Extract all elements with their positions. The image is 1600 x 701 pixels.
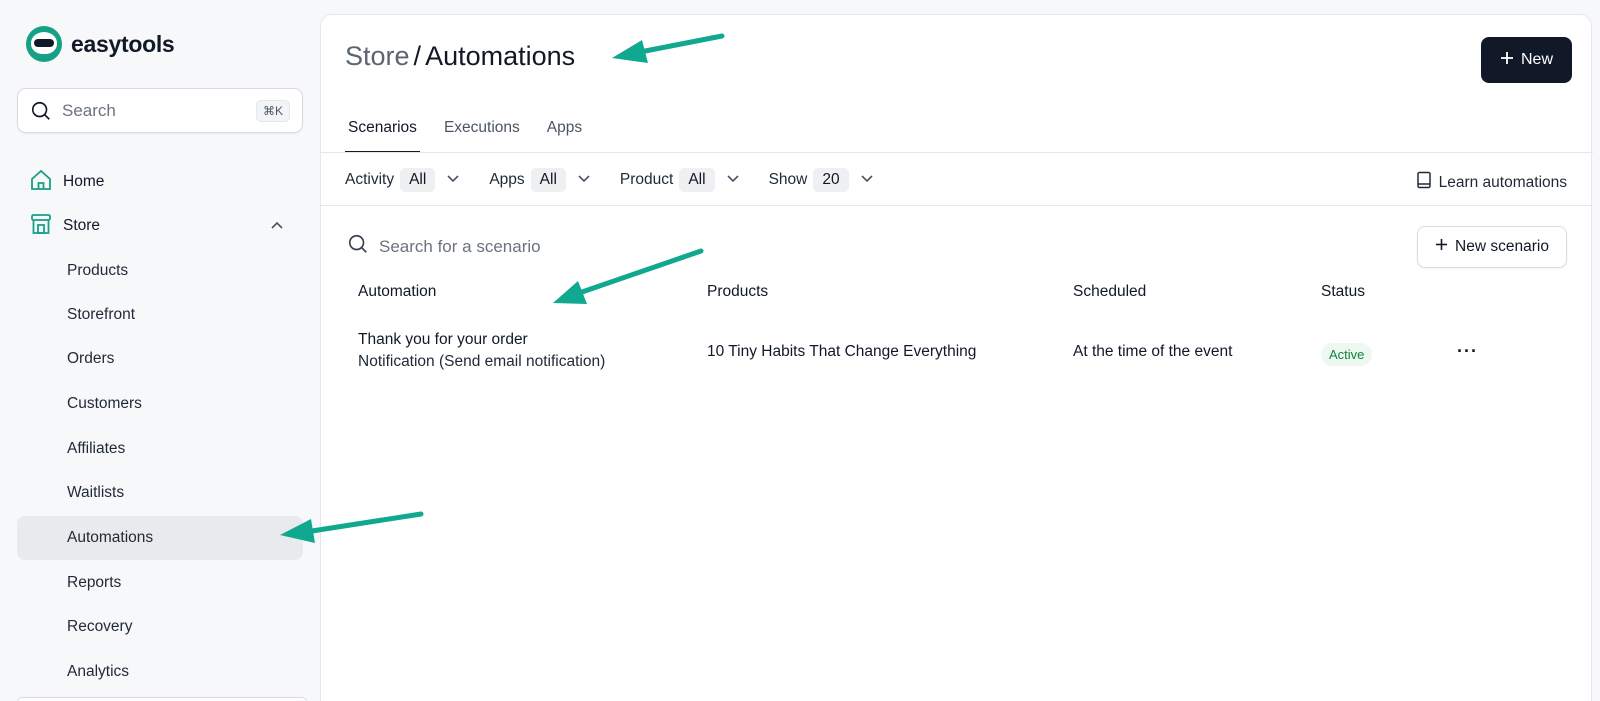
sidebar-item-label: Analytics (67, 663, 130, 680)
search-icon (30, 100, 52, 122)
sidebar-item-analytics[interactable]: Analytics (17, 650, 303, 694)
search-placeholder: Search (62, 100, 116, 120)
status-badge: Active (1321, 343, 1373, 366)
automation-product: 10 Tiny Habits That Change Everything (707, 343, 977, 360)
chevron-down-icon (859, 170, 875, 191)
sidebar-item-store[interactable]: Store (17, 204, 303, 248)
filter-label: Product (619, 171, 674, 188)
filter-label: Activity (345, 171, 395, 188)
plus-icon (1435, 238, 1448, 256)
tab-scenarios[interactable]: Scenarios (345, 113, 420, 153)
column-header-products: Products (707, 283, 769, 300)
sidebar-item-reports[interactable]: Reports (17, 561, 303, 605)
store-icon (29, 212, 53, 241)
search-shortcut: ⌘K (255, 99, 290, 122)
sidebar-item-label: Reports (67, 574, 122, 591)
breadcrumb-separator: / (413, 41, 422, 71)
sidebar-item-products[interactable]: Products (17, 249, 303, 293)
sidebar-item-label: Products (67, 262, 129, 279)
sidebar-item-home[interactable]: Home (17, 160, 303, 204)
new-scenario-label: New scenario (1455, 238, 1549, 255)
sidebar-item-label: Automations (67, 529, 154, 546)
main-panel: Store / Automations New Scenarios Executio… (320, 14, 1593, 701)
sidebar-item-recovery[interactable]: Recovery (17, 605, 303, 649)
book-icon (1416, 171, 1432, 194)
search-icon (347, 233, 369, 260)
breadcrumb-current: Automations (425, 41, 576, 71)
sidebar-item-label: Orders (67, 350, 115, 367)
column-header-scheduled: Scheduled (1073, 283, 1147, 300)
new-button-label: New (1520, 51, 1553, 68)
sidebar-item-label: Affiliates (67, 440, 126, 457)
new-scenario-button[interactable]: New scenario (1417, 226, 1567, 268)
learn-automations-link[interactable]: Learn automations (1416, 171, 1567, 194)
automation-name[interactable]: Thank you for your order (358, 331, 528, 349)
brand-name: easytools (71, 30, 175, 57)
filter-product[interactable]: Product All (620, 168, 741, 192)
filters-divider (321, 205, 1593, 206)
filter-value: All (400, 168, 436, 192)
breadcrumb-store[interactable]: Store (345, 41, 410, 71)
sidebar-item-affiliates[interactable]: Affiliates (17, 427, 303, 471)
tab-bar: Scenarios Executions Apps (345, 113, 606, 153)
scenario-search-placeholder: Search for a scenario (379, 236, 541, 256)
sidebar-item-label: Store (63, 217, 101, 234)
filter-label: Apps (489, 171, 525, 188)
sidebar-item-customers[interactable]: Customers (17, 382, 303, 426)
sidebar-item-label: Home (63, 173, 105, 190)
filter-value: 20 (813, 168, 849, 192)
sidebar-item-label: Storefront (67, 306, 136, 323)
tab-executions[interactable]: Executions (441, 113, 523, 153)
sidebar-item-label: Recovery (67, 618, 133, 635)
sloth-logo-icon (26, 26, 62, 62)
column-header-status: Status (1321, 283, 1365, 300)
filter-bar: Activity All Apps All Product All Show 2… (345, 168, 903, 192)
sidebar-item-label: Customers (67, 395, 142, 412)
brand-logo[interactable]: easytools (26, 26, 175, 62)
filter-value: All (530, 168, 566, 192)
sidebar-item-orders[interactable]: Orders (17, 337, 303, 381)
scenario-search-input[interactable]: Search for a scenario (347, 233, 541, 260)
search-input[interactable]: Search ⌘K (17, 88, 303, 133)
sidebar-item-waitlists[interactable]: Waitlists (17, 471, 303, 515)
new-button[interactable]: New (1481, 37, 1572, 83)
plus-icon (1500, 51, 1514, 70)
chevron-down-icon (445, 170, 461, 191)
filter-label: Show (768, 171, 808, 188)
chevron-down-icon (725, 170, 741, 191)
chevron-down-icon (576, 170, 592, 191)
filter-activity[interactable]: Activity All (345, 168, 461, 192)
sidebar-footer-card (17, 697, 307, 701)
tab-apps[interactable]: Apps (544, 113, 585, 153)
filter-apps[interactable]: Apps All (489, 168, 592, 192)
chevron-up-icon[interactable] (269, 218, 285, 239)
filter-value: All (679, 168, 715, 192)
tabs-divider (321, 152, 1593, 153)
home-icon (29, 168, 53, 197)
automation-type: Notification (Send email notification) (358, 353, 606, 370)
page-title: Store / Automations (345, 41, 575, 72)
automation-scheduled: At the time of the event (1073, 343, 1233, 360)
filter-show[interactable]: Show 20 (769, 168, 875, 192)
sidebar: easytools Search ⌘K Home Store Products … (0, 0, 320, 701)
learn-automations-label: Learn automations (1438, 173, 1567, 191)
sidebar-item-storefront[interactable]: Storefront (17, 293, 303, 337)
sidebar-item-automations[interactable]: Automations (17, 516, 303, 560)
more-actions-icon[interactable]: ··· (1457, 341, 1478, 362)
sidebar-item-label: Waitlists (67, 484, 125, 501)
column-header-automation: Automation (358, 283, 437, 300)
